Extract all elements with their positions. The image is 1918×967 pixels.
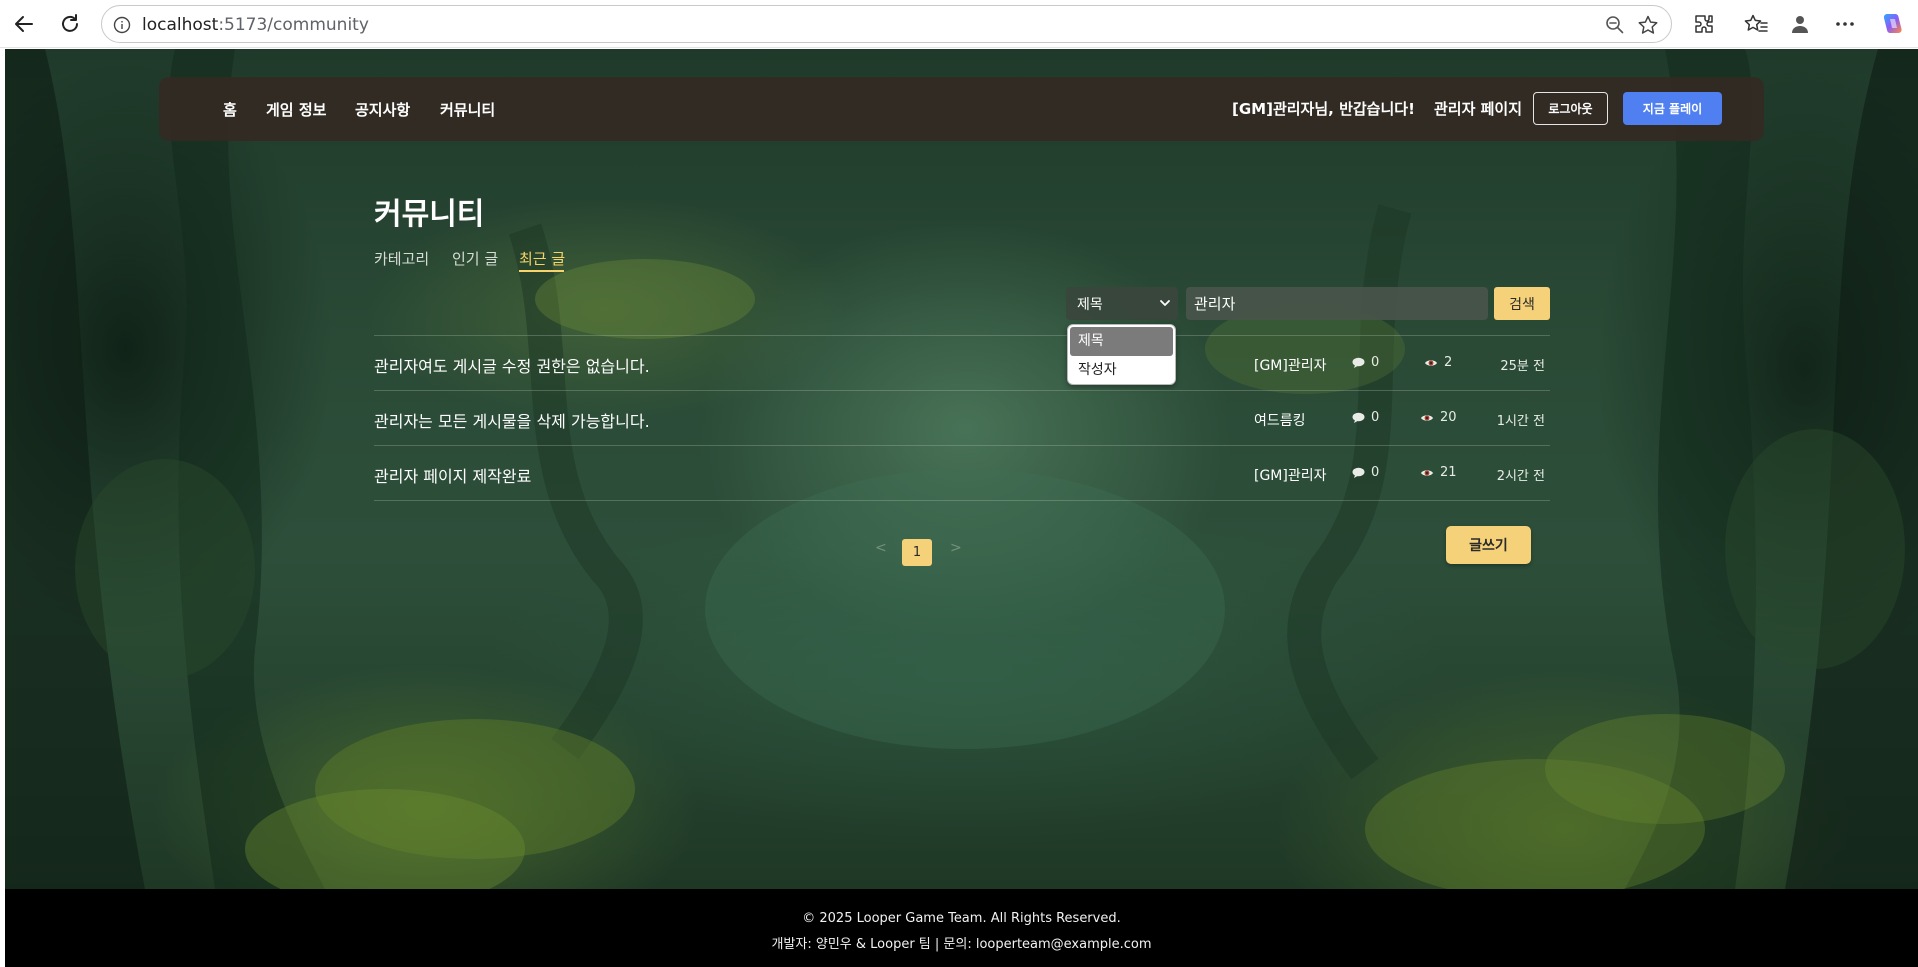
tab-recent[interactable]: 최근 글	[519, 248, 565, 269]
extensions-icon[interactable]	[1688, 8, 1720, 40]
post-time: 25분 전	[1500, 359, 1545, 374]
post-title[interactable]: 관리자 페이지 제작완료	[374, 463, 531, 487]
search-button[interactable]: 검색	[1494, 287, 1550, 320]
view-count: 21	[1420, 465, 1457, 480]
list-divider	[374, 445, 1550, 446]
comment-icon	[1352, 357, 1365, 368]
top-navbar: 홈 게임 정보 공지사항 커뮤니티 [GM]관리자님, 반갑습니다! 관리자 페…	[159, 77, 1764, 141]
admin-page-link[interactable]: 관리자 페이지	[1434, 98, 1522, 119]
nav-game-info[interactable]: 게임 정보	[266, 99, 326, 120]
logout-button[interactable]: 로그아웃	[1533, 92, 1608, 125]
post-author: [GM]관리자	[1254, 468, 1327, 484]
url-text: localhost:5173/community	[142, 15, 369, 35]
site-info-icon[interactable]	[112, 15, 132, 35]
write-post-button[interactable]: 글쓰기	[1446, 526, 1531, 564]
post-author: 여드름킹	[1254, 413, 1306, 429]
welcome-message: [GM]관리자님, 반갑습니다!	[1232, 100, 1415, 118]
nav-notices[interactable]: 공지사항	[355, 99, 410, 120]
dropdown-option-author[interactable]: 작성자	[1068, 356, 1175, 384]
profile-icon[interactable]	[1784, 8, 1816, 40]
post-title[interactable]: 관리자는 모든 게시물을 삭제 가능합니다.	[374, 408, 650, 432]
comment-count: 0	[1352, 410, 1379, 425]
copilot-icon[interactable]	[1876, 8, 1908, 40]
eye-icon	[1421, 414, 1433, 421]
address-bar[interactable]: localhost:5173/community	[101, 5, 1672, 43]
post-time: 2시간 전	[1496, 469, 1545, 484]
comment-icon	[1352, 412, 1365, 423]
page-title: 커뮤니티	[374, 197, 485, 232]
footer-copyright: © 2025 Looper Game Team. All Rights Rese…	[802, 911, 1121, 926]
footer: © 2025 Looper Game Team. All Rights Rese…	[5, 889, 1918, 967]
list-divider	[374, 500, 1550, 501]
forest-background	[5, 49, 1918, 889]
dropdown-option-title[interactable]: 제목	[1070, 327, 1173, 356]
nav-home[interactable]: 홈	[223, 99, 237, 120]
list-divider	[374, 335, 1550, 336]
view-count: 2	[1424, 355, 1452, 370]
reload-icon[interactable]	[54, 8, 86, 40]
search-field-select[interactable]: 제목	[1066, 287, 1178, 320]
post-time: 1시간 전	[1496, 414, 1545, 429]
active-tab-indicator	[519, 270, 564, 272]
search-field-dropdown: 제목 작성자	[1067, 324, 1176, 385]
chevron-down-icon	[1158, 296, 1172, 310]
pagination-prev[interactable]: <	[875, 540, 887, 556]
post-title[interactable]: 관리자여도 게시글 수정 권한은 없습니다.	[374, 353, 650, 377]
nav-community[interactable]: 커뮤니티	[440, 99, 495, 120]
search-input[interactable]	[1186, 287, 1488, 320]
back-icon[interactable]	[8, 8, 40, 40]
list-divider	[374, 390, 1550, 391]
comment-count: 0	[1352, 355, 1379, 370]
favorite-star-icon[interactable]	[1637, 14, 1659, 36]
eye-icon	[1421, 469, 1433, 476]
post-author: [GM]관리자	[1254, 358, 1327, 374]
browser-toolbar: localhost:5173/community	[0, 0, 1918, 48]
page-viewport: 홈 게임 정보 공지사항 커뮤니티 [GM]관리자님, 반갑습니다! 관리자 페…	[5, 49, 1918, 967]
zoom-out-icon[interactable]	[1605, 15, 1625, 35]
footer-contact: 개발자: 양민우 & Looper 팀 | 문의: looperteam@exa…	[771, 937, 1152, 952]
favorites-icon[interactable]	[1740, 8, 1772, 40]
tab-popular[interactable]: 인기 글	[452, 248, 498, 269]
more-menu-icon[interactable]	[1829, 8, 1861, 40]
pagination-page-current[interactable]: 1	[902, 539, 932, 566]
comment-icon	[1352, 467, 1365, 478]
eye-icon	[1425, 359, 1437, 366]
comment-count: 0	[1352, 465, 1379, 480]
view-count: 20	[1420, 410, 1457, 425]
pagination-next[interactable]: >	[950, 540, 962, 556]
play-now-button[interactable]: 지금 플레이	[1623, 92, 1722, 125]
tab-category[interactable]: 카테고리	[374, 248, 429, 269]
